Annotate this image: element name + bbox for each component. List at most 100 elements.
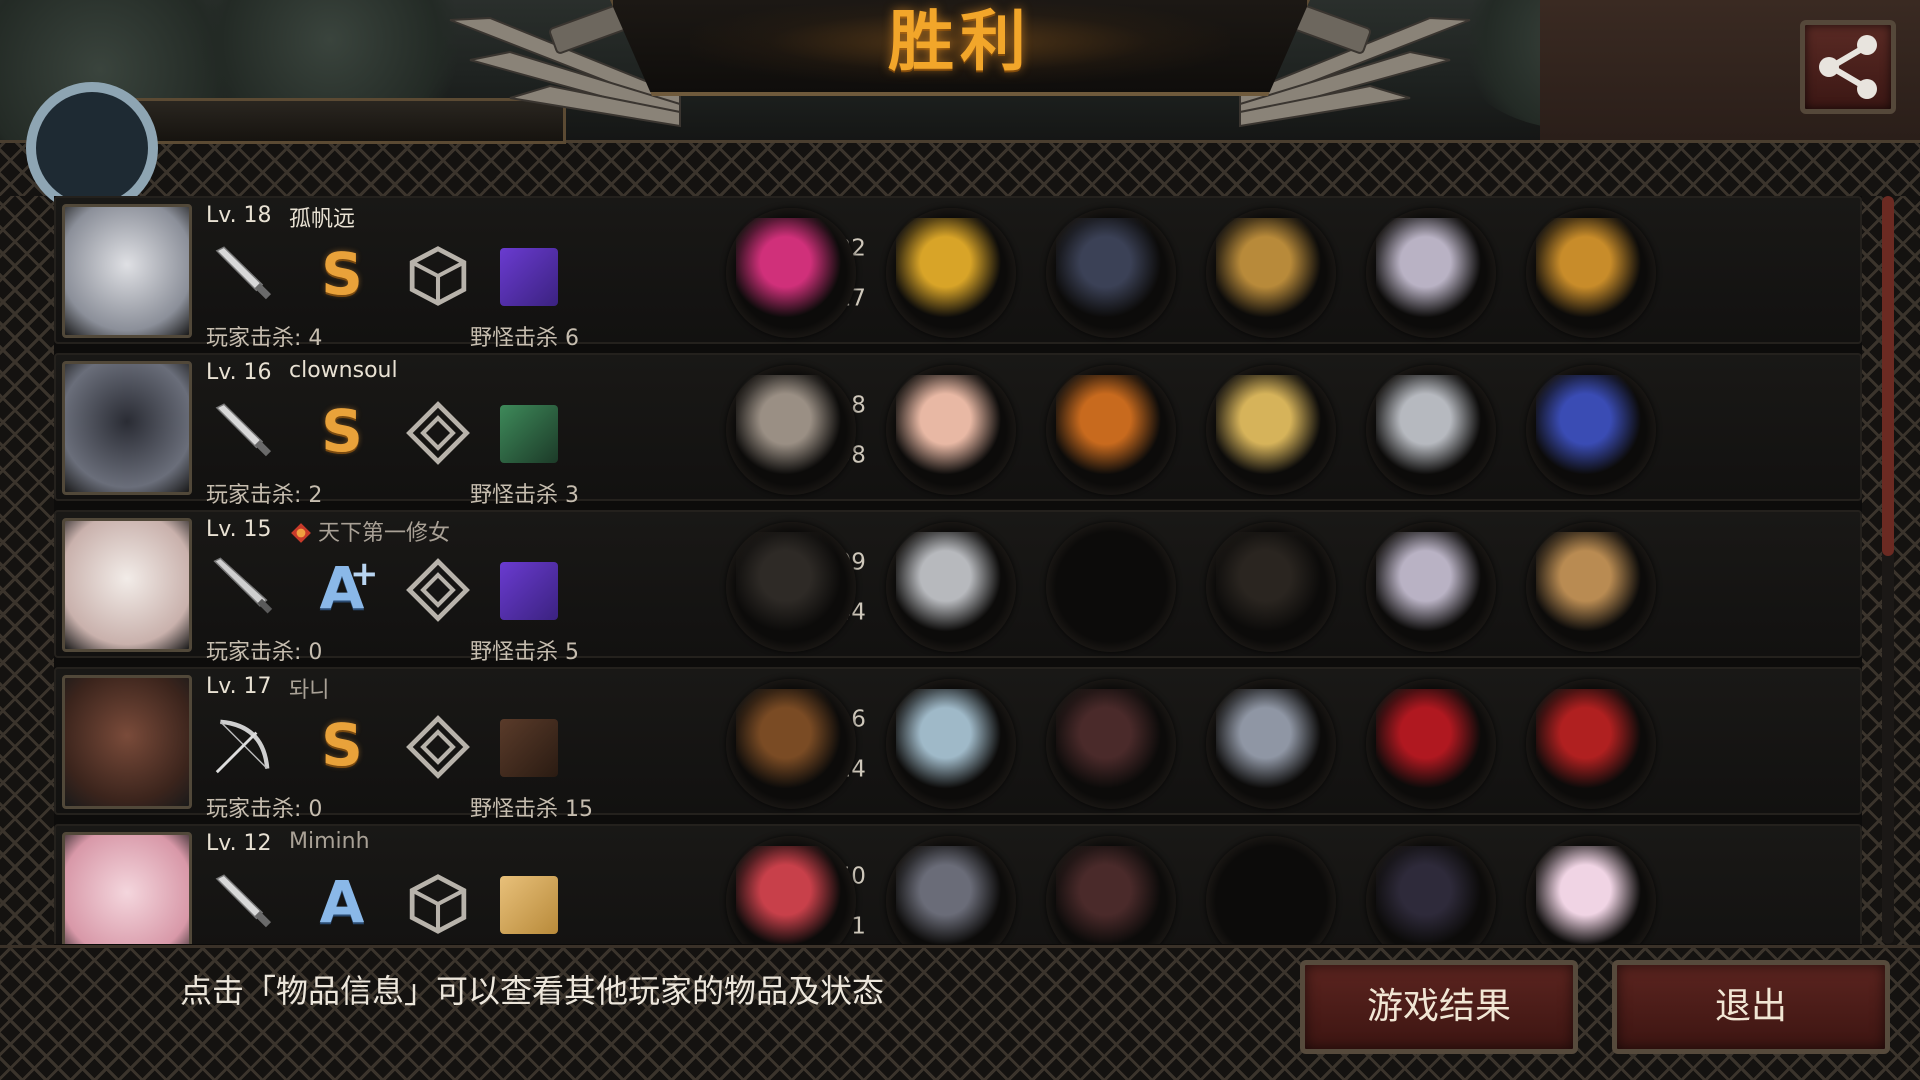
dagger-icon xyxy=(215,874,272,928)
dagger-icon xyxy=(215,246,272,300)
equipment-slot[interactable] xyxy=(1206,679,1336,809)
leather-coat-icon xyxy=(1056,689,1166,799)
cat-crate-icon xyxy=(1536,532,1646,642)
white-boots-icon xyxy=(1376,218,1486,328)
equipment-slot[interactable] xyxy=(1046,679,1176,809)
item-info-hint: 点击「物品信息」可以查看其他玩家的物品及状态 xyxy=(180,972,885,1010)
player-results-list[interactable]: Lv. 18孤帆远S玩家击杀: 4野怪击杀 6222317Lv. 16clown… xyxy=(54,196,1862,944)
dark-tiara-icon xyxy=(896,846,1006,944)
dark-plate-armor-icon xyxy=(1056,218,1166,328)
scrollbar-thumb[interactable] xyxy=(1882,196,1894,556)
equipment-slot[interactable] xyxy=(1526,836,1656,944)
golden-shield-icon xyxy=(1216,375,1326,485)
equipment-slot[interactable] xyxy=(1046,208,1176,338)
equipment-slot[interactable] xyxy=(1206,836,1336,944)
equipment-slot[interactable] xyxy=(1206,208,1336,338)
bow-icon xyxy=(215,719,270,774)
crossed-arrows-icon xyxy=(500,719,558,777)
guild-emblem-icon xyxy=(291,523,311,543)
equipment-slot[interactable] xyxy=(1366,365,1496,495)
share-icon xyxy=(1819,35,1877,99)
purple-creature-icon xyxy=(500,562,558,620)
quiver-icon xyxy=(1536,689,1646,799)
player-name: 돠니 xyxy=(289,678,330,703)
exit-button[interactable]: 退出 xyxy=(1612,960,1890,1054)
player-name: Miminh xyxy=(289,829,370,854)
dark-gauntlet-icon xyxy=(1216,532,1326,642)
red-heels-icon xyxy=(1376,689,1486,799)
list-scrollbar[interactable] xyxy=(1882,196,1894,944)
player-portrait xyxy=(62,361,192,495)
black-umbrella-icon xyxy=(736,532,846,642)
player-row[interactable]: Lv. 15天下第一修女A+玩家击杀: 0野怪击杀 5109144 xyxy=(54,510,1862,665)
equipment-slot[interactable] xyxy=(1366,836,1496,944)
silver-helmet-icon xyxy=(896,689,1006,799)
equipment-slot[interactable] xyxy=(726,365,856,495)
equipment-slot[interactable] xyxy=(1526,679,1656,809)
equipment-slot[interactable] xyxy=(886,365,1016,495)
knight-helmet-icon xyxy=(896,532,1006,642)
grade-rank: S xyxy=(321,711,363,779)
pearl-icon xyxy=(1536,846,1646,944)
equipment-slot[interactable] xyxy=(726,679,856,809)
game-result-button[interactable]: 游戏结果 xyxy=(1300,960,1578,1054)
equipment-slot[interactable] xyxy=(726,522,856,652)
diamond-emblem-icon xyxy=(406,715,470,779)
knife-icon xyxy=(213,557,273,614)
player-row[interactable]: Lv. 17돠니S玩家击杀: 0野怪击杀 15216224 xyxy=(54,667,1862,822)
player-name: clownsoul xyxy=(289,358,398,383)
equipment-slot[interactable] xyxy=(886,679,1016,809)
monster-kills: 野怪击杀 15 xyxy=(470,797,593,822)
equipment-slot[interactable] xyxy=(1046,522,1176,652)
grade-rank: S xyxy=(321,397,363,465)
cube-emblem-icon xyxy=(409,246,467,306)
diamond-emblem-icon xyxy=(406,558,470,622)
player-kills: 玩家击杀: 2 xyxy=(206,483,323,508)
player-row[interactable]: Lv. 18孤帆远S玩家击杀: 4野怪击杀 6222317 xyxy=(54,196,1862,351)
equipment-slot[interactable] xyxy=(1526,208,1656,338)
player-portrait xyxy=(62,204,192,338)
purple-creature-icon xyxy=(500,248,558,306)
equipment-slot[interactable] xyxy=(1206,522,1336,652)
equipment-slot[interactable] xyxy=(1366,522,1496,652)
equipment-slot[interactable] xyxy=(886,836,1016,944)
equipment-slot[interactable] xyxy=(1206,365,1336,495)
equipment-slot[interactable] xyxy=(1046,836,1176,944)
equipment-slot[interactable] xyxy=(886,208,1016,338)
equipment-slot[interactable] xyxy=(886,522,1016,652)
dagger-icon xyxy=(215,403,272,457)
share-button[interactable] xyxy=(1800,20,1896,114)
dark-boots-icon xyxy=(1376,846,1486,944)
player-name: 孤帆远 xyxy=(289,207,356,232)
leather-coat-icon xyxy=(1056,846,1166,944)
fence-border-top xyxy=(0,140,1920,196)
golden-vine-ring-icon xyxy=(1216,218,1326,328)
flaming-armor-icon xyxy=(1056,375,1166,485)
monster-kills: 野怪击杀 3 xyxy=(470,483,579,508)
equipment-slot[interactable] xyxy=(1366,679,1496,809)
crossbow-icon xyxy=(736,689,846,799)
player-level: Lv. 17 xyxy=(206,674,272,699)
player-portrait xyxy=(62,675,192,809)
white-boots-icon xyxy=(1376,532,1486,642)
fence-border-left xyxy=(0,196,54,946)
player-kills: 玩家击杀: 0 xyxy=(206,640,323,665)
pink-crystal-blade-icon xyxy=(736,218,846,328)
galaxy-orb-icon xyxy=(1536,375,1646,485)
equipment-slot[interactable] xyxy=(726,208,856,338)
equipment-slot[interactable] xyxy=(1046,365,1176,495)
equipment-slot[interactable] xyxy=(1526,522,1656,652)
equipment-slot[interactable] xyxy=(1366,208,1496,338)
player-level: Lv. 15 xyxy=(206,517,272,542)
sapphire-earrings-icon xyxy=(1536,218,1646,328)
equipment-slot[interactable] xyxy=(1526,365,1656,495)
equipment-slot[interactable] xyxy=(726,836,856,944)
player-row[interactable]: Lv. 16clownsoulS玩家击杀: 2野怪击杀 3218258 xyxy=(54,353,1862,508)
player-level: Lv. 18 xyxy=(206,203,272,228)
halberd-spear-icon xyxy=(736,375,846,485)
crimson-saber-icon xyxy=(736,846,846,944)
grade-plus: + xyxy=(350,554,379,594)
player-level-ring xyxy=(26,82,158,214)
royal-crown-icon xyxy=(896,218,1006,328)
player-row[interactable]: Lv. 12MiminhA150171 xyxy=(54,824,1862,944)
